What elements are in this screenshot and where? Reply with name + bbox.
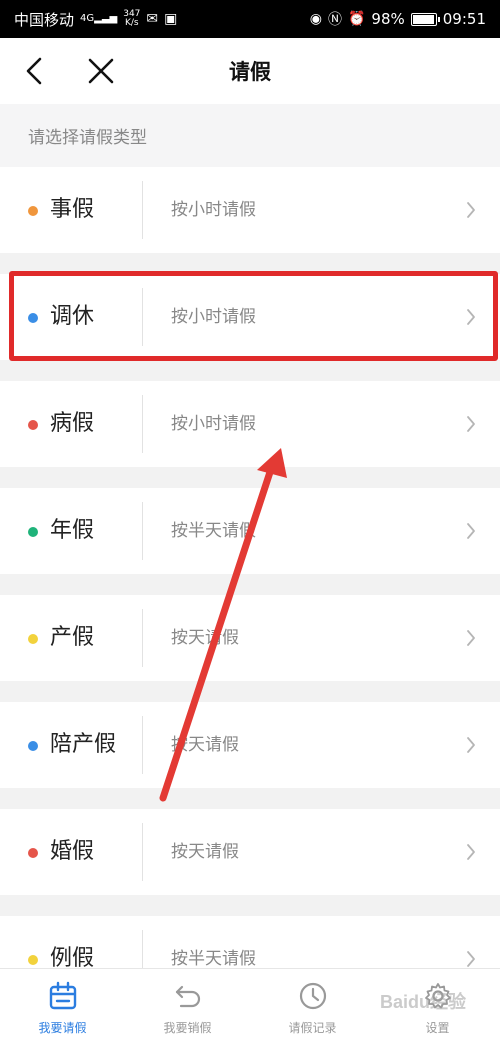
signal-icon: ▂▃▅ bbox=[94, 13, 118, 24]
battery-icon bbox=[410, 12, 440, 26]
leave-unit: 按小时请假 bbox=[171, 414, 256, 434]
chevron-right-icon bbox=[467, 951, 475, 967]
tab-label: 请假记录 bbox=[288, 1021, 337, 1035]
leave-type-row[interactable]: 陪产假 按天请假 bbox=[0, 702, 500, 788]
leave-type-row[interactable]: 产假 按天请假 bbox=[0, 595, 500, 681]
eye-care-icon: ◉ bbox=[309, 11, 322, 27]
highlight-box bbox=[9, 271, 498, 361]
section-label: 请选择请假类型 bbox=[0, 104, 500, 167]
leave-unit: 按小时请假 bbox=[171, 200, 256, 220]
clock-icon bbox=[299, 982, 326, 1010]
leave-unit: 按天请假 bbox=[171, 842, 239, 862]
status-dot bbox=[28, 527, 38, 537]
nfc-icon: Ⓝ bbox=[327, 12, 342, 28]
leave-unit: 按天请假 bbox=[171, 735, 239, 755]
status-dot bbox=[28, 634, 38, 644]
carrier-label: 中国移动 bbox=[14, 10, 75, 29]
chevron-right-icon bbox=[467, 737, 475, 753]
battery-fill bbox=[412, 14, 434, 24]
leave-type-row[interactable]: 例假 按半天请假 bbox=[0, 916, 500, 988]
chevron-right-icon bbox=[467, 202, 475, 218]
tab-request-leave[interactable]: 我要请假 bbox=[0, 969, 125, 1038]
leave-type-name: 婚假 bbox=[50, 839, 95, 864]
clock-time: 09:51 bbox=[442, 10, 486, 28]
tab-cancel-leave[interactable]: 我要销假 bbox=[125, 969, 250, 1038]
status-dot bbox=[28, 848, 38, 858]
row-divider bbox=[142, 716, 143, 774]
page-title: 请假 bbox=[229, 60, 271, 84]
status-dot bbox=[28, 420, 38, 430]
leave-unit: 按半天请假 bbox=[171, 521, 256, 541]
network-indicator: 4G▂▃▅ bbox=[80, 14, 117, 24]
row-divider bbox=[142, 395, 143, 453]
network-speed: 347 K/s bbox=[123, 10, 140, 28]
status-dot bbox=[28, 955, 38, 965]
nav-header: 请假 bbox=[0, 38, 500, 104]
status-dot bbox=[28, 741, 38, 751]
close-icon[interactable] bbox=[86, 56, 116, 86]
row-divider bbox=[142, 502, 143, 560]
tab-leave-records[interactable]: 请假记录 bbox=[250, 969, 375, 1038]
tab-label: 我要请假 bbox=[38, 1021, 87, 1035]
undo-icon bbox=[175, 985, 200, 1008]
leave-type-row[interactable]: 病假 按小时请假 bbox=[0, 381, 500, 467]
status-dot bbox=[28, 206, 38, 216]
status-right: ◉ Ⓝ ⏰ 98% 09:51 bbox=[310, 9, 486, 29]
speed-unit: K/s bbox=[125, 18, 139, 28]
chevron-right-icon bbox=[467, 523, 475, 539]
leave-type-row[interactable]: 事假 按小时请假 bbox=[0, 167, 500, 253]
leave-type-name: 年假 bbox=[50, 518, 95, 543]
wechat-icon: ✉ bbox=[146, 11, 159, 27]
network-type: 4G bbox=[80, 13, 95, 24]
tab-label: 设置 bbox=[425, 1021, 450, 1035]
row-divider bbox=[142, 823, 143, 881]
chevron-right-icon bbox=[467, 630, 475, 646]
alarm-icon: ⏰ bbox=[347, 11, 366, 27]
tab-label: 我要销假 bbox=[163, 1021, 212, 1035]
app-notification-icon: ▣ bbox=[164, 11, 178, 27]
watermark: Baidu经验 bbox=[380, 992, 467, 1012]
leave-type-row[interactable]: 年假 按半天请假 bbox=[0, 488, 500, 574]
battery-percent: 98% bbox=[371, 10, 405, 28]
leave-unit: 按半天请假 bbox=[171, 949, 256, 969]
leave-type-row[interactable]: 婚假 按天请假 bbox=[0, 809, 500, 895]
back-arrow-icon[interactable] bbox=[20, 56, 50, 86]
leave-unit: 按天请假 bbox=[171, 628, 239, 648]
chevron-right-icon bbox=[467, 416, 475, 432]
calendar-icon bbox=[49, 981, 76, 1010]
row-divider bbox=[142, 181, 143, 239]
row-divider bbox=[142, 609, 143, 667]
leave-type-name: 病假 bbox=[50, 411, 95, 436]
chevron-right-icon bbox=[467, 844, 475, 860]
leave-type-name: 陪产假 bbox=[50, 732, 117, 757]
status-left: 中国移动 4G▂▃▅ 347 K/s ✉ ▣ bbox=[14, 9, 177, 30]
leave-type-name: 产假 bbox=[50, 625, 95, 650]
status-bar: 中国移动 4G▂▃▅ 347 K/s ✉ ▣ ◉ Ⓝ ⏰ 98% 09:51 bbox=[0, 0, 500, 38]
leave-type-name: 事假 bbox=[50, 197, 95, 222]
